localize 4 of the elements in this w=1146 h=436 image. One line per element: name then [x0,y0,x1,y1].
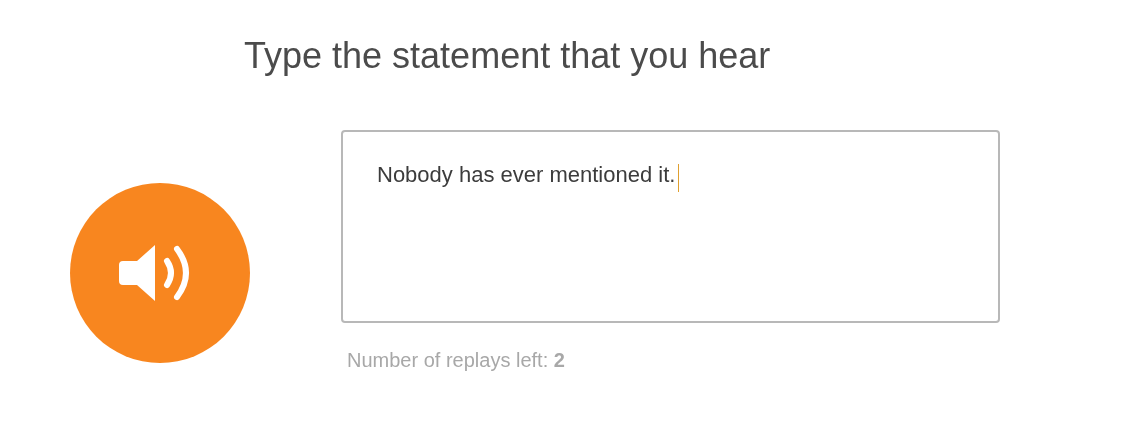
text-cursor [678,163,680,192]
replays-left-text: Number of replays left: 2 [347,348,565,373]
answer-box[interactable]: Nobody has ever mentioned it. [341,130,1000,323]
page-title: Type the statement that you hear [244,34,771,78]
